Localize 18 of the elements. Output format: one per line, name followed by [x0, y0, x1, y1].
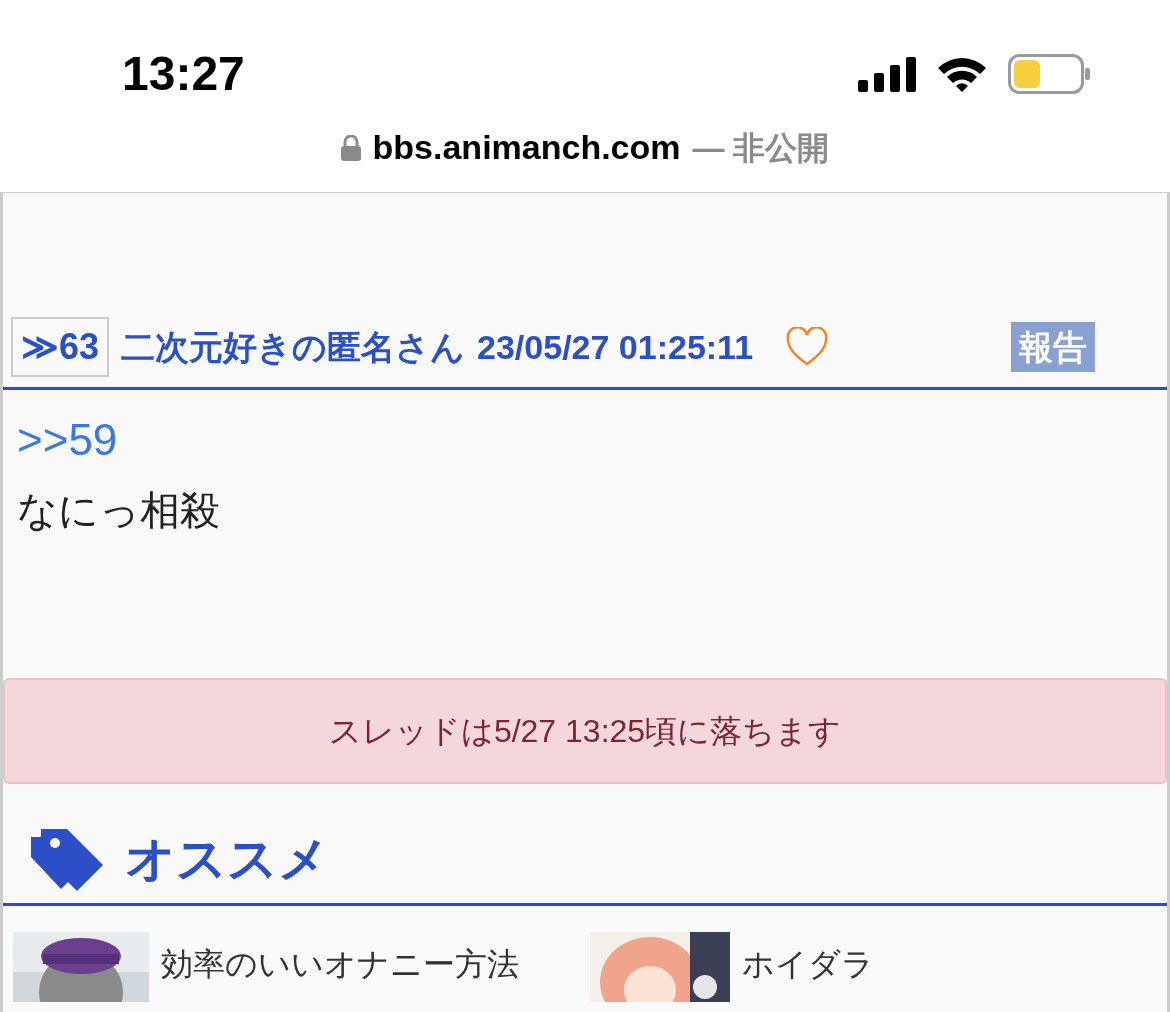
signal-icon	[858, 56, 916, 92]
post-author: 二次元好きの匿名さん	[121, 326, 466, 368]
notice-banner: スレッドは5/27 13:25頃に落ちます	[3, 678, 1167, 784]
reply-link[interactable]: >>59	[17, 418, 118, 462]
address-status: — 非公開	[692, 128, 830, 168]
address-domain[interactable]: bbs.animanch.com	[372, 122, 681, 173]
lock-icon	[340, 134, 361, 161]
recommend-title[interactable]: ホイダラ	[742, 932, 874, 980]
status-time: 13:27	[122, 50, 245, 98]
recommend-title[interactable]: 効率のいいオナニー方法	[161, 932, 519, 980]
heart-icon[interactable]	[785, 327, 830, 367]
section-title: オススメ	[125, 830, 329, 889]
post-number[interactable]: ≫63	[11, 317, 110, 377]
battery-icon	[1008, 54, 1090, 94]
wifi-icon	[936, 55, 988, 93]
tag-icon	[29, 826, 105, 893]
post-date: 23/05/27 01:25:11	[477, 326, 754, 368]
post-body: なにっ相殺	[17, 487, 221, 534]
